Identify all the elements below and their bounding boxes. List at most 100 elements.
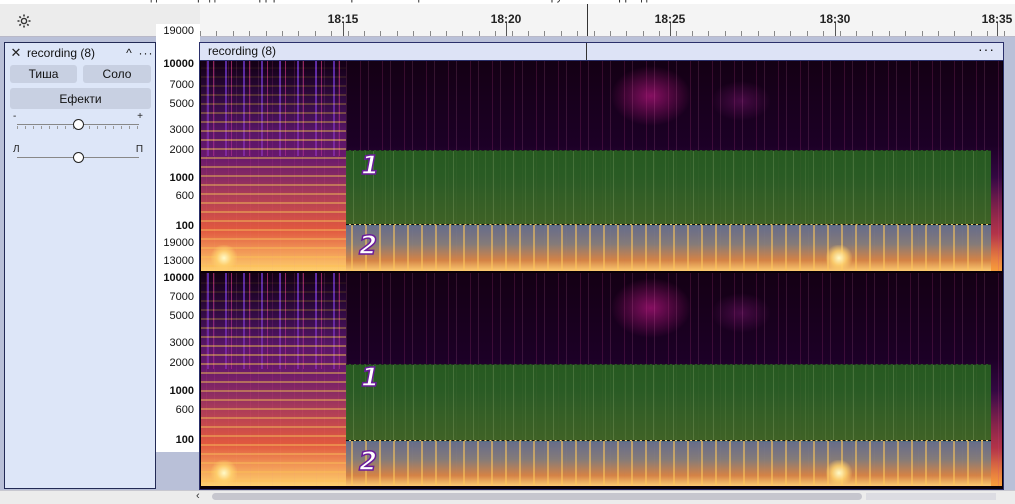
- ruler-time-label: 18:15: [327, 12, 359, 26]
- menu-item[interactable]: Інструменти: [531, 0, 593, 3]
- ruler-minor-tick: [708, 31, 709, 36]
- scrollbar-track-right[interactable]: [866, 493, 996, 500]
- zone-label-mid: 1: [360, 362, 380, 394]
- scroll-left-icon[interactable]: ‹: [196, 490, 200, 502]
- ruler-minor-tick: [758, 31, 759, 36]
- zone-texture: [346, 151, 991, 225]
- ruler-minor-tick: [692, 31, 693, 36]
- ruler-minor-tick: [905, 31, 906, 36]
- frequency-label: 13000: [163, 255, 194, 267]
- frequency-label: 1000: [169, 385, 194, 397]
- ruler-minor-tick: [397, 31, 398, 36]
- ruler-minor-tick: [659, 31, 660, 36]
- menu-item[interactable]: Ефекти: [407, 0, 446, 3]
- track-name[interactable]: recording (8): [27, 46, 121, 60]
- frequency-scale[interactable]: 19000 10000 7000 5000 3000 2000 1000 600 100 1900…: [156, 24, 200, 452]
- horizontal-scrollbar[interactable]: ‹: [0, 490, 1015, 504]
- zone-texture: [346, 365, 991, 441]
- clip-menu-icon[interactable]: ···: [978, 41, 995, 57]
- collapse-track-icon[interactable]: ^: [121, 46, 137, 60]
- frequency-label: 5000: [169, 310, 194, 322]
- frequency-label: 10000: [163, 272, 194, 284]
- scrollbar-thumb[interactable]: [212, 493, 862, 500]
- menu-item[interactable]: Створення: [326, 0, 381, 3]
- ruler-minor-tick: [479, 31, 480, 36]
- close-track-icon[interactable]: ✕: [5, 45, 27, 61]
- ruler-time-label: 18:25: [654, 12, 686, 26]
- frequency-label: 600: [175, 190, 194, 202]
- gear-icon: [16, 13, 32, 32]
- selection-zone-mid[interactable]: [346, 364, 991, 442]
- menu-item[interactable]: Аналіз: [472, 0, 505, 3]
- ruler-minor-tick: [495, 31, 496, 36]
- spectrogram-channel-1[interactable]: 1 2: [201, 61, 1002, 271]
- ruler-minor-tick: [840, 31, 841, 36]
- ruler-minor-tick: [938, 31, 939, 36]
- pan-left-label: Л: [13, 144, 20, 155]
- gain-slider[interactable]: - +: [13, 111, 143, 131]
- ruler-minor-tick: [954, 31, 955, 36]
- gain-plus-label: +: [137, 111, 143, 122]
- ruler-minor-tick: [676, 31, 677, 36]
- pan-slider-thumb[interactable]: [73, 152, 84, 163]
- mute-button[interactable]: Тиша: [10, 65, 77, 83]
- frequency-label: 19000: [163, 237, 194, 249]
- menu-item[interactable]: Передача: [183, 0, 233, 3]
- frequency-label: 3000: [169, 337, 194, 349]
- frequency-label: 7000: [169, 79, 194, 91]
- ruler-minor-tick: [561, 31, 562, 36]
- frequency-label: 2000: [169, 144, 194, 156]
- menu-item[interactable]: Доріжки: [259, 0, 300, 3]
- timeline-settings-button[interactable]: [10, 11, 38, 33]
- ruler-time-label: 18:20: [490, 12, 522, 26]
- ruler-time-label: 18:35: [981, 12, 1013, 26]
- energy-hotspot: [826, 460, 852, 486]
- ruler-minor-tick: [249, 31, 250, 36]
- ruler-minor-tick: [282, 31, 283, 36]
- clip-title[interactable]: recording (8): [208, 44, 276, 58]
- ruler-minor-tick: [725, 31, 726, 36]
- ruler-minor-tick: [823, 31, 824, 36]
- ruler-minor-tick: [856, 31, 857, 36]
- frequency-label: 600: [175, 404, 194, 416]
- effects-button[interactable]: Ефекти: [10, 88, 151, 109]
- solo-button[interactable]: Соло: [83, 65, 151, 83]
- frequency-label: 10000: [163, 58, 194, 70]
- energy-hotspot: [826, 245, 852, 271]
- spectrogram-channel-2[interactable]: 1 2: [201, 273, 1002, 486]
- clip-header[interactable]: recording (8) ···: [200, 41, 1003, 61]
- selection-zone-mid[interactable]: [346, 150, 991, 226]
- pan-slider[interactable]: Л П: [13, 144, 143, 164]
- track-control-panel: ✕ recording (8) ^ ··· Тиша Соло Ефекти -…: [4, 42, 156, 489]
- ruler-minor-tick: [200, 31, 201, 36]
- selection-zone-low[interactable]: [346, 224, 991, 271]
- frequency-label: 1000: [169, 172, 194, 184]
- menu-item[interactable]: Довідка: [619, 0, 659, 3]
- ruler-minor-tick: [577, 31, 578, 36]
- energy-hotspot: [211, 460, 237, 486]
- ruler-minor-tick: [774, 31, 775, 36]
- ruler-minor-tick: [987, 31, 988, 36]
- ruler-minor-tick: [741, 31, 742, 36]
- zone-label-low: 2: [358, 446, 378, 478]
- ruler-minor-tick: [790, 31, 791, 36]
- timeline-ruler[interactable]: 18:15 18:20 18:25 18:30 18:35: [200, 4, 1015, 37]
- ruler-minor-tick: [364, 31, 365, 36]
- playhead-line[interactable]: [587, 4, 588, 36]
- selection-zone-low[interactable]: [346, 440, 991, 486]
- playhead-line-clip: [586, 43, 587, 60]
- gain-slider-thumb[interactable]: [73, 119, 84, 130]
- ruler-minor-tick: [512, 31, 513, 36]
- frequency-label: 3000: [169, 124, 194, 136]
- menu-item[interactable]: Файл: [18, 0, 45, 3]
- menu-item[interactable]: Зміни: [71, 0, 100, 3]
- menu-item[interactable]: Огляд: [126, 0, 157, 3]
- ruler-minor-tick: [1004, 31, 1005, 36]
- ruler-minor-tick: [298, 31, 299, 36]
- ruler-minor-tick: [430, 31, 431, 36]
- ruler-minor-tick: [315, 31, 316, 36]
- ruler-minor-tick: [216, 31, 217, 36]
- ruler-minor-tick: [872, 31, 873, 36]
- ruler-minor-tick: [446, 31, 447, 36]
- track-menu-icon[interactable]: ···: [137, 46, 155, 60]
